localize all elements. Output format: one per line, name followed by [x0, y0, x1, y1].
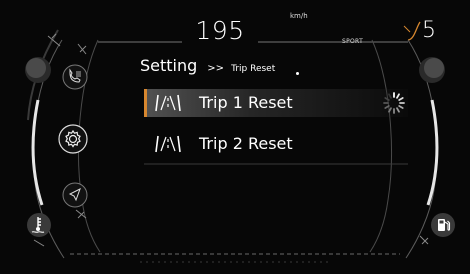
trip-road-icon — [155, 94, 181, 112]
breadcrumb-separator: >> — [207, 63, 225, 74]
drive-mode-label: SPORT — [342, 38, 364, 45]
breadcrumb-main: Setting — [140, 56, 198, 75]
menu-item-label: Trip 1 Reset — [199, 93, 293, 112]
breadcrumb: Setting >> Trip Reset — [140, 56, 275, 75]
settings-gear-icon[interactable] — [58, 124, 88, 154]
fuel-pump-icon — [431, 213, 455, 237]
instrument-cluster-screen: 195 km/h SPORT 5 Setting >> Trip Reset Tr… — [0, 0, 470, 274]
phone-icon[interactable] — [62, 64, 88, 90]
navigation-icon[interactable] — [62, 182, 88, 208]
breadcrumb-sub: Trip Reset — [231, 64, 276, 74]
trip-road-icon — [155, 135, 181, 153]
loading-spinner-icon — [383, 92, 405, 114]
coolant-temperature-icon — [27, 213, 51, 237]
gear-indicator: 5 — [422, 18, 436, 43]
page-indicator-dot — [296, 72, 299, 75]
menu-item-label: Trip 2 Reset — [199, 134, 293, 153]
speed-unit: km/h — [290, 12, 308, 20]
menu-item-trip-1-reset[interactable]: Trip 1 Reset — [144, 89, 408, 117]
speed-readout: 195 — [195, 16, 245, 45]
menu-item-trip-2-reset[interactable]: Trip 2 Reset — [144, 130, 408, 158]
